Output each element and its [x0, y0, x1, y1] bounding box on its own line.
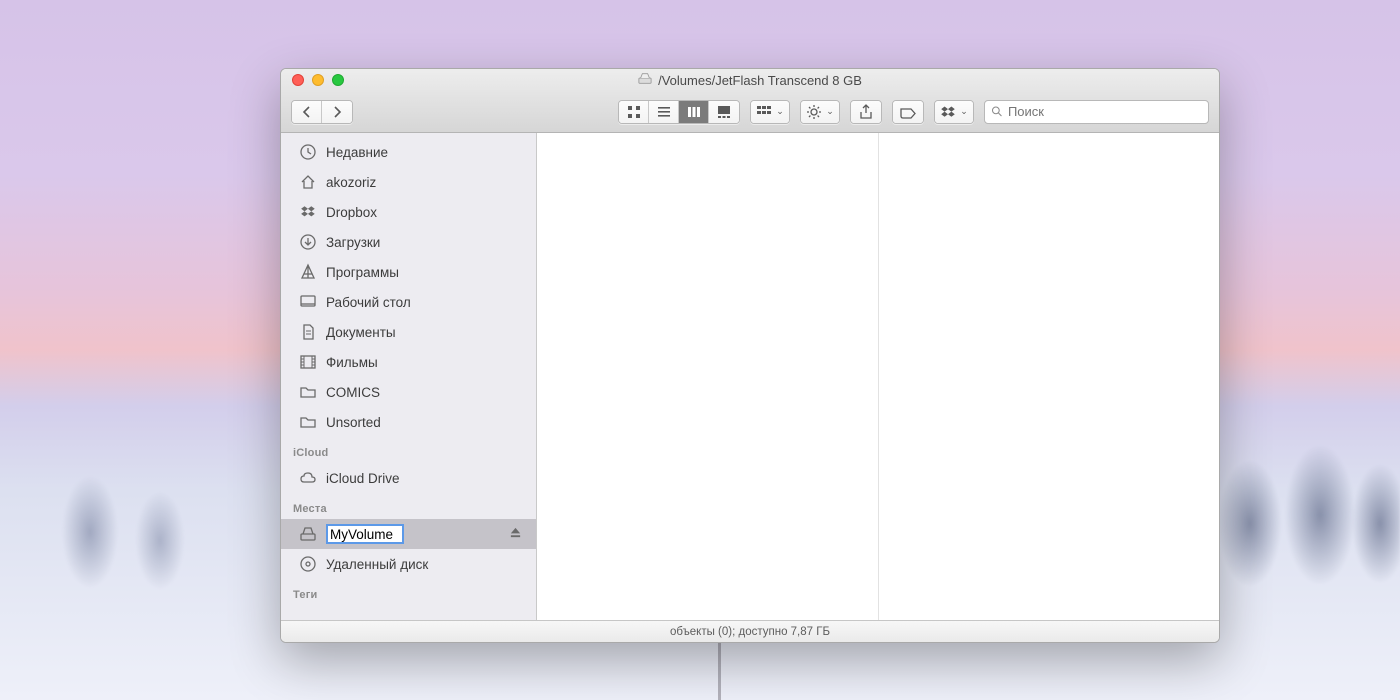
home-icon [299, 173, 317, 191]
sidebar-item-dropbox[interactable]: Dropbox [281, 197, 536, 227]
column-1[interactable] [537, 133, 879, 620]
sidebar-item-comics[interactable]: COMICS [281, 377, 536, 407]
titlebar[interactable]: /Volumes/JetFlash Transcend 8 GB [281, 69, 1219, 91]
search-input[interactable] [1008, 104, 1202, 119]
folder-icon [299, 413, 317, 431]
finder-window: /Volumes/JetFlash Transcend 8 GB ⌄ ⌄ [280, 68, 1220, 643]
window-body: Недавние akozoriz Dropbox Загрузки Прогр… [281, 133, 1219, 620]
view-switcher [618, 100, 740, 124]
apps-icon [299, 263, 317, 281]
sidebar: Недавние akozoriz Dropbox Загрузки Прогр… [281, 133, 537, 620]
eject-icon[interactable] [509, 526, 522, 542]
close-button[interactable] [292, 74, 304, 86]
sidebar-item-label: Документы [326, 325, 396, 340]
action-button[interactable]: ⌄ [801, 101, 839, 123]
sidebar-item-movies[interactable]: Фильмы [281, 347, 536, 377]
search-field[interactable] [984, 100, 1209, 124]
sidebar-section-places: Места [281, 493, 536, 519]
column-2[interactable] [879, 133, 1220, 620]
sidebar-item-remote-disc[interactable]: Удаленный диск [281, 549, 536, 579]
cloud-icon [299, 469, 317, 487]
status-bar: объекты (0); доступно 7,87 ГБ [281, 620, 1219, 642]
icon-view-button[interactable] [619, 101, 649, 123]
window-title: /Volumes/JetFlash Transcend 8 GB [658, 73, 862, 88]
drive-icon [638, 71, 652, 90]
tags-group [892, 100, 924, 124]
action-group: ⌄ [800, 100, 840, 124]
disc-icon [299, 555, 317, 573]
sidebar-item-label: Загрузки [326, 235, 380, 250]
sidebar-item-label: Удаленный диск [326, 557, 428, 572]
tags-button[interactable] [893, 101, 923, 123]
sidebar-item-unsorted[interactable]: Unsorted [281, 407, 536, 437]
sidebar-item-recent[interactable]: Недавние [281, 137, 536, 167]
volume-rename-input[interactable] [326, 524, 404, 544]
gallery-view-button[interactable] [709, 101, 739, 123]
sidebar-section-icloud: iCloud [281, 437, 536, 463]
arrange-group: ⌄ [750, 100, 790, 124]
toolbar: ⌄ ⌄ ⌄ [281, 91, 1219, 133]
sidebar-item-icloud-drive[interactable]: iCloud Drive [281, 463, 536, 493]
share-button[interactable] [851, 101, 881, 123]
sidebar-item-label: Программы [326, 265, 399, 280]
sidebar-item-documents[interactable]: Документы [281, 317, 536, 347]
list-view-button[interactable] [649, 101, 679, 123]
nav-buttons [291, 100, 353, 124]
sidebar-item-home[interactable]: akozoriz [281, 167, 536, 197]
sidebar-item-label: COMICS [326, 385, 380, 400]
clock-icon [299, 143, 317, 161]
movies-icon [299, 353, 317, 371]
dropbox-group: ⌄ [934, 100, 974, 124]
drive-icon [299, 525, 317, 543]
folder-icon [299, 383, 317, 401]
column-view-button[interactable] [679, 101, 709, 123]
sidebar-item-label: Недавние [326, 145, 388, 160]
forward-button[interactable] [322, 101, 352, 123]
sidebar-item-label: Рабочий стол [326, 295, 411, 310]
sidebar-item-apps[interactable]: Программы [281, 257, 536, 287]
sidebar-section-tags: Теги [281, 579, 536, 605]
desktop-icon [299, 293, 317, 311]
arrange-button[interactable]: ⌄ [751, 101, 789, 123]
status-text: объекты (0); доступно 7,87 ГБ [670, 626, 830, 638]
sidebar-item-desktop[interactable]: Рабочий стол [281, 287, 536, 317]
traffic-lights [292, 74, 344, 86]
back-button[interactable] [292, 101, 322, 123]
sidebar-item-label: Dropbox [326, 205, 377, 220]
sidebar-item-myvolume[interactable] [281, 519, 536, 549]
dropbox-button[interactable]: ⌄ [935, 101, 973, 123]
dropbox-icon [299, 203, 317, 221]
zoom-button[interactable] [332, 74, 344, 86]
search-icon [991, 105, 1003, 118]
share-group [850, 100, 882, 124]
downloads-icon [299, 233, 317, 251]
sidebar-item-label: Фильмы [326, 355, 378, 370]
content-area [537, 133, 1219, 620]
sidebar-item-label: Unsorted [326, 415, 381, 430]
wallpaper-tree [690, 640, 750, 700]
sidebar-item-label: akozoriz [326, 175, 376, 190]
documents-icon [299, 323, 317, 341]
minimize-button[interactable] [312, 74, 324, 86]
sidebar-item-label: iCloud Drive [326, 471, 400, 486]
sidebar-item-downloads[interactable]: Загрузки [281, 227, 536, 257]
